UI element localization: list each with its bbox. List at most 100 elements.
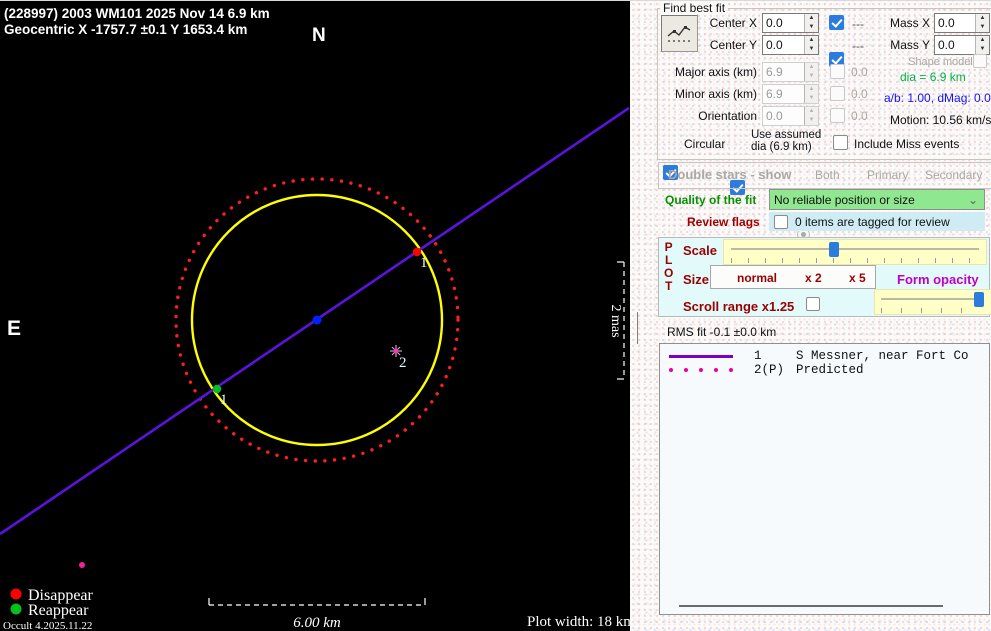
- major-axis-checkbox[interactable]: [830, 64, 845, 79]
- major-axis-extra: 0.0: [851, 65, 868, 79]
- center-x-input[interactable]: 0.0 ▲ ▼: [762, 13, 819, 33]
- dropdown-chevron-icon[interactable]: ⌄: [968, 193, 984, 207]
- plot-vertical-caption: P L O T: [664, 240, 674, 293]
- chord2-id[interactable]: 2(P): [754, 363, 784, 377]
- center-x-spinner[interactable]: ▲ ▼: [804, 14, 818, 32]
- size-normal-label: normal: [737, 271, 778, 285]
- scale-slider-thumb[interactable]: [829, 242, 839, 257]
- plot-width-label: Plot width: 18 km: [527, 614, 630, 630]
- mass-x-input[interactable]: 0.0 ▲ ▼: [934, 13, 990, 33]
- ab-dmag-text: a/b: 1.00, dMag: 0.00: [884, 91, 991, 105]
- include-miss-label: Include Miss events: [854, 137, 960, 151]
- form-opacity-label: Form opacity: [897, 272, 979, 287]
- form-opacity-ticks: [881, 308, 981, 313]
- circular-label: Circular: [684, 137, 726, 151]
- form-opacity-groove: [881, 298, 981, 300]
- east-label: E: [7, 317, 21, 340]
- orientation-checkbox[interactable]: [830, 108, 845, 123]
- plot-title-line1: (228997) 2003 WM101 2025 Nov 14 6.9 km: [4, 6, 270, 21]
- motion-text: Motion: 10.56 km/s: [890, 113, 991, 127]
- mass-x-value[interactable]: 0.0: [935, 14, 975, 32]
- orientation-spinner[interactable]: ▲ ▼: [804, 107, 818, 125]
- quality-label: Quality of the fit: [665, 193, 757, 207]
- center-y-input[interactable]: 0.0 ▲ ▼: [762, 35, 819, 55]
- center-x-dash: ---: [852, 17, 864, 31]
- mass-y-label: Mass Y: [890, 38, 930, 52]
- mas-label: 2 mas: [608, 304, 623, 337]
- center-x-value[interactable]: 0.0: [763, 14, 804, 32]
- double-stars-secondary-label: Secondary: [925, 168, 983, 182]
- legend-reappear-dot: [10, 603, 22, 615]
- minor-axis-spinner[interactable]: ▲ ▼: [804, 85, 818, 103]
- splitter-handle[interactable]: [637, 312, 638, 344]
- quality-value: No reliable position or size: [774, 192, 915, 207]
- predicted-marker-dot: [393, 348, 399, 354]
- dia-text: dia = 6.9 km: [900, 70, 966, 84]
- scale-slider-groove: [731, 248, 979, 250]
- major-axis-input[interactable]: 6.9 ▲ ▼: [762, 62, 819, 82]
- find-best-fit-button[interactable]: [660, 14, 698, 52]
- chord2-legend-dot: [729, 368, 733, 372]
- scale-slider-ticks: [731, 258, 979, 263]
- chord1-id[interactable]: 1: [754, 349, 762, 363]
- size-x5-label: x 5: [849, 271, 866, 285]
- major-axis-label: Major axis (km): [674, 65, 757, 79]
- minor-axis-input[interactable]: 6.9 ▲ ▼: [762, 84, 819, 104]
- shape-model-checkbox[interactable]: [973, 54, 987, 68]
- center-y-dash: ---: [852, 39, 864, 53]
- mass-y-value[interactable]: 0.0: [935, 36, 975, 54]
- mass-y-spinner[interactable]: ▲ ▼: [975, 36, 989, 54]
- center-x-checkbox[interactable]: [829, 15, 844, 30]
- predicted-marker-label: 2: [399, 355, 407, 371]
- double-stars-both-label: Both: [815, 168, 840, 182]
- chord2-legend-dot: [669, 368, 673, 372]
- chord1-reappear-label: 1: [220, 392, 228, 408]
- quality-dropdown[interactable]: No reliable position or size ⌄: [769, 189, 985, 210]
- version-label: Occult 4.2025.11.22: [3, 620, 92, 631]
- mass-x-spinner[interactable]: ▲ ▼: [975, 14, 989, 32]
- size-label: Size: [683, 272, 710, 287]
- chord2-name[interactable]: Predicted: [796, 363, 864, 377]
- double-stars-caption: Double stars - show: [668, 167, 792, 182]
- fit-chart-icon: [667, 26, 691, 42]
- review-flags-checkbox[interactable]: [774, 214, 788, 229]
- form-opacity-thumb[interactable]: [974, 292, 984, 307]
- scale-label: Scale: [683, 243, 717, 258]
- use-assumed-line2: dia (6.9 km): [751, 141, 812, 153]
- chord1-legend-line: [669, 355, 733, 358]
- scale-slider[interactable]: [723, 239, 987, 265]
- orientation-value: 0.0: [766, 109, 783, 123]
- chord2-legend-dot: [714, 368, 718, 372]
- scalebar-label: 6.00 km: [293, 615, 341, 631]
- minor-axis-extra: 0.0: [851, 87, 868, 101]
- form-opacity-slider[interactable]: [874, 289, 991, 315]
- north-label: N: [312, 25, 326, 46]
- minor-axis-value: 6.9: [766, 87, 783, 101]
- use-assumed-line1: Use assumed: [751, 129, 822, 141]
- chord2-legend-dot: [699, 368, 703, 372]
- legend-disappear-dot: [10, 588, 22, 600]
- size-x2-label: x 2: [805, 271, 822, 285]
- listbox-scrollbar[interactable]: [679, 605, 943, 607]
- minor-axis-label: Minor axis (km): [674, 87, 757, 101]
- center-y-spinner[interactable]: ▲ ▼: [804, 36, 818, 54]
- scroll-range-label: Scroll range x1.25: [683, 299, 795, 314]
- center-dot: [312, 315, 322, 325]
- chord2-legend-dot: [684, 368, 688, 372]
- chord1-disappear-label: 1: [420, 255, 428, 271]
- chord-listbox[interactable]: 1 S Messner, near Fort Co 2(P) Predicted: [659, 343, 990, 615]
- find-best-fit-caption: Find best fit: [660, 1, 729, 15]
- include-miss-checkbox[interactable]: [833, 135, 848, 150]
- orientation-input[interactable]: 0.0 ▲ ▼: [762, 106, 819, 126]
- mass-y-input[interactable]: 0.0 ▲ ▼: [934, 35, 990, 55]
- shape-model-label: Shape model: [908, 56, 973, 68]
- review-flags-box: 0 items are tagged for review: [769, 212, 985, 231]
- chord1-name[interactable]: S Messner, near Fort Co: [796, 349, 984, 363]
- mass-x-label: Mass X: [889, 16, 930, 30]
- center-y-value[interactable]: 0.0: [763, 36, 804, 54]
- minor-axis-checkbox[interactable]: [830, 86, 845, 101]
- scroll-range-checkbox[interactable]: [806, 297, 820, 311]
- major-axis-spinner[interactable]: ▲ ▼: [804, 63, 818, 81]
- occultation-plot-canvas[interactable]: 1 1 2 (228997) 2003 WM101 2025 Nov 14 6.…: [0, 1, 630, 631]
- occult-fit-window: 1 1 2 (228997) 2003 WM101 2025 Nov 14 6.…: [0, 0, 991, 631]
